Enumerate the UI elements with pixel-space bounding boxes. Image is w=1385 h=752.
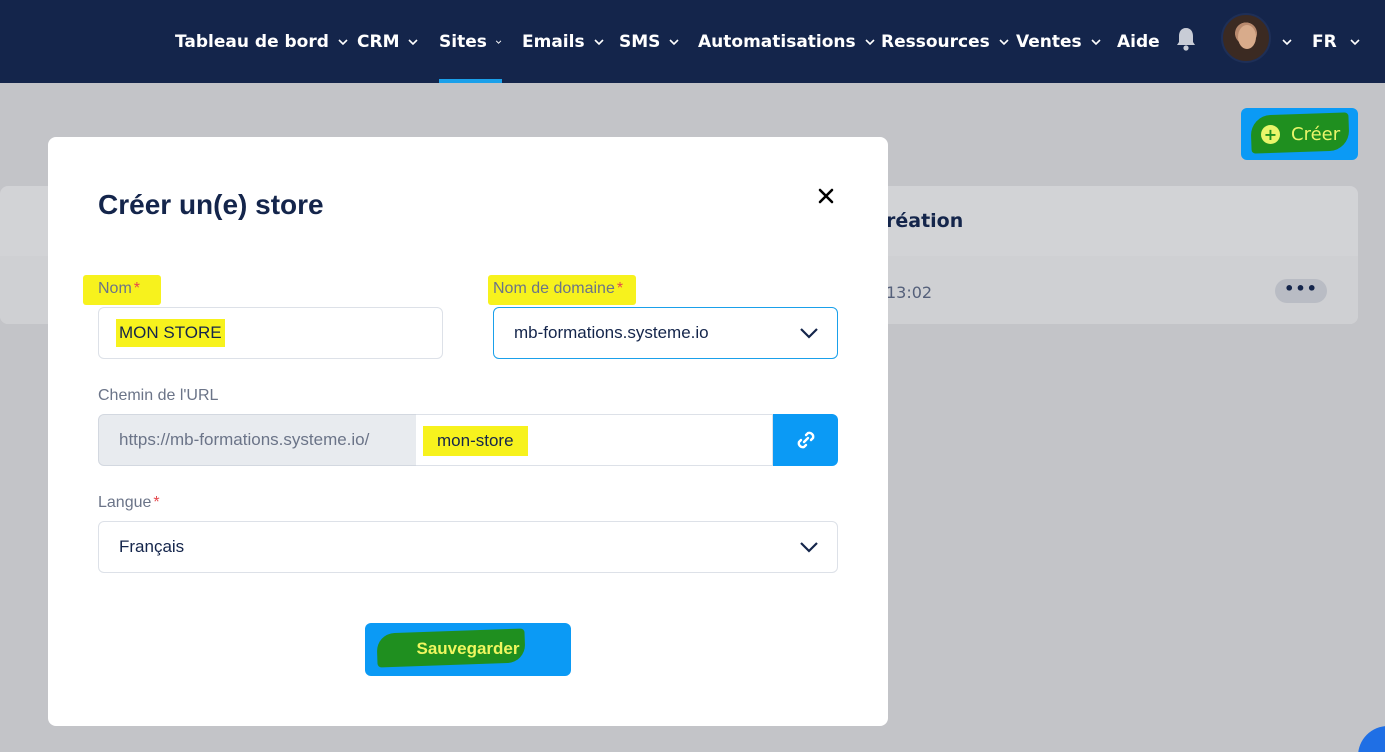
save-button[interactable]: Sauvegarder [365,623,571,676]
chevron-down-icon [594,38,604,45]
nav-item-label: Ventes [1016,31,1082,52]
nav-item-label: Aide [1117,31,1160,52]
modal-title: Créer un(e) store [98,189,324,220]
nav-item-sites[interactable]: Sites [439,0,502,83]
table-header-creation: réation [886,210,964,232]
close-icon[interactable] [816,186,836,206]
chevron-down-icon [999,38,1009,45]
row-actions-button[interactable]: ••• [1275,279,1327,303]
user-avatar[interactable] [1221,13,1271,63]
chevron-down-icon [800,328,818,339]
chevron-down-icon [865,38,875,45]
chevron-down-icon [338,38,348,45]
nav-item-label: CRM [357,31,400,52]
nav-item-tableau-de-bord[interactable]: Tableau de bord [175,0,349,83]
create-button-label: Créer [1291,123,1341,145]
language-value: Français [119,537,185,556]
nav-item-sms[interactable]: SMS [619,0,680,83]
link-icon [797,431,814,449]
url-path-label: Chemin de l'URL [98,387,219,404]
chevron-down-icon [1091,38,1101,45]
help-chat-bubble[interactable] [1358,726,1385,752]
chevron-down-icon [669,38,679,45]
url-path-value: mon-store [423,426,528,456]
table-cell-time: 13:02 [886,283,933,302]
create-button[interactable]: + Créer [1241,108,1358,160]
language-label: Langue * [98,494,160,512]
save-button-label: Sauvegarder [416,639,520,658]
create-store-modal: Créer un(e) store Nom * MON STORE Nom de … [48,137,888,726]
name-label-text: Nom [98,280,132,297]
domain-label: Nom de domaine * [493,280,623,298]
nav-item-emails[interactable]: Emails [522,0,605,83]
open-url-button[interactable] [773,414,838,466]
store-name-input[interactable]: MON STORE [98,307,443,359]
chevron-down-icon [408,38,419,45]
nav-item-label: Automatisations [698,31,856,52]
nav-item-label: Emails [522,31,585,52]
nav-item-ventes[interactable]: Ventes [1016,0,1102,83]
store-name-value: MON STORE [116,319,225,347]
url-path-input[interactable]: mon-store [416,414,773,466]
language-label: FR [1312,31,1337,52]
top-navbar: Tableau de bord CRM Sites Emails SMS Aut… [0,0,1385,83]
nav-item-label: Ressources [881,31,990,52]
nav-item-label: Sites [439,31,487,52]
name-label: Nom * [98,280,140,298]
plus-circle-icon: + [1261,124,1280,144]
domain-label-text: Nom de domaine [493,280,615,297]
chevron-down-icon [1350,38,1360,45]
language-select[interactable]: Français [98,521,838,573]
nav-item-label: SMS [619,31,661,52]
language-selector[interactable]: FR [1312,0,1361,83]
nav-item-aide[interactable]: Aide [1117,0,1160,83]
avatar-face [1238,25,1256,49]
url-path-group: https://mb-formations.systeme.io/ mon-st… [98,414,838,466]
bell-icon[interactable] [1174,26,1198,52]
required-asterisk: * [133,280,141,297]
required-asterisk: * [153,494,160,511]
required-asterisk: * [616,280,624,297]
avatar-menu-toggle[interactable] [1281,0,1293,83]
nav-item-automatisations[interactable]: Automatisations [698,0,876,83]
chevron-down-icon [495,39,502,44]
language-label-text: Langue [98,494,152,511]
chevron-down-icon [1282,38,1292,45]
chevron-down-icon [800,542,818,553]
domain-value: mb-formations.systeme.io [514,323,709,342]
domain-select[interactable]: mb-formations.systeme.io [493,307,838,359]
nav-item-ressources[interactable]: Ressources [881,0,1010,83]
nav-item-crm[interactable]: CRM [357,0,419,83]
url-prefix: https://mb-formations.systeme.io/ [98,414,417,466]
nav-item-label: Tableau de bord [175,31,329,52]
